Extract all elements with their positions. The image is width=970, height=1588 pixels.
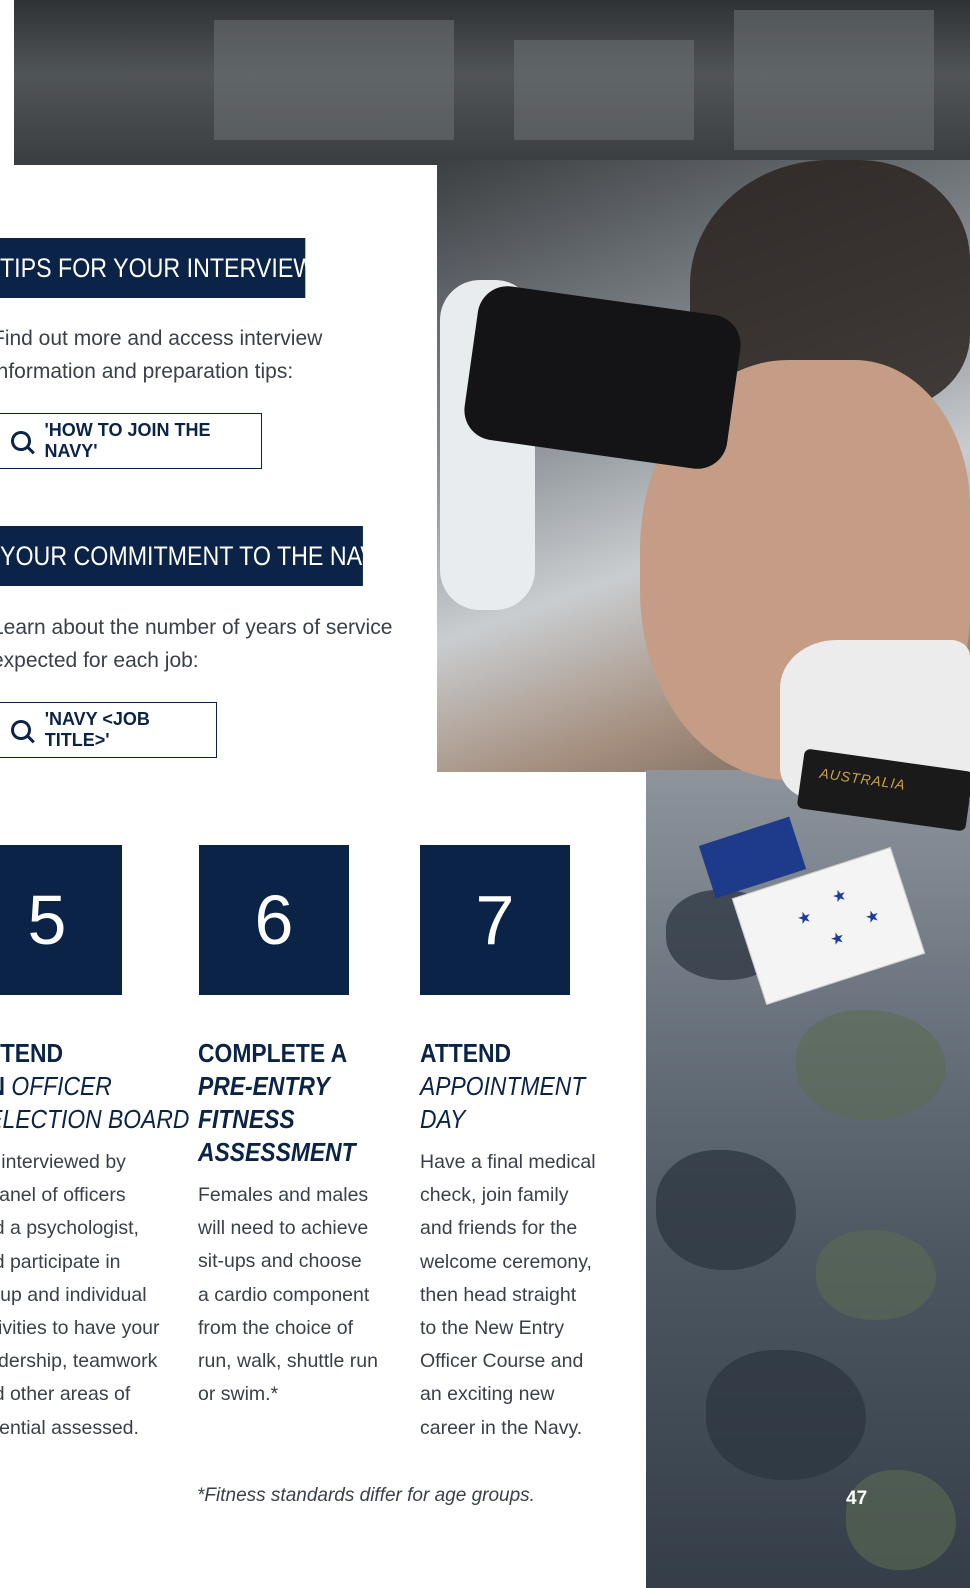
step-number-5: 5 (0, 845, 122, 995)
step-7-title: ATTEND APPOINTMENT DAY (420, 1038, 586, 1134)
step-7-description: Have a final medical check, join family … (420, 1151, 596, 1439)
section-heading-interview-tips: TIPS FOR YOUR INTERVIEW (0, 238, 315, 298)
commitment-intro-text: Learn about the number of years of servi… (0, 616, 393, 672)
step-number-7: 7 (420, 845, 570, 995)
photo-top-strip (14, 0, 970, 165)
search-how-to-join-label: 'HOW TO JOIN THE NAVY' (44, 420, 211, 461)
search-how-to-join-button[interactable]: 'HOW TO JOIN THE NAVY' (0, 413, 262, 469)
fitness-footnote: *Fitness standards differ for age groups… (197, 1485, 535, 1506)
step-5-description: Be interviewed by a panel of officers an… (0, 1151, 160, 1439)
search-icon (11, 431, 31, 451)
step-number-6: 6 (199, 845, 349, 995)
section-heading-commitment: YOUR COMMITMENT TO THE NAVY (0, 526, 391, 586)
step-5-title: ATTEND AN OFFICER SELECTION BOARD (0, 1038, 190, 1134)
search-icon (11, 720, 31, 740)
interview-intro-text: Find out more and access interview infor… (0, 327, 323, 383)
search-job-title-button[interactable]: 'NAVY <JOB TITLE>' (0, 702, 217, 758)
step-6-description: Females and males will need to achieve s… (198, 1184, 378, 1406)
search-job-title-label: 'NAVY <JOB TITLE>' (44, 709, 150, 750)
step-6-title: COMPLETE A PRE-ENTRY FITNESS ASSESSMENT (198, 1038, 356, 1167)
page-number: 47 (846, 1488, 868, 1509)
